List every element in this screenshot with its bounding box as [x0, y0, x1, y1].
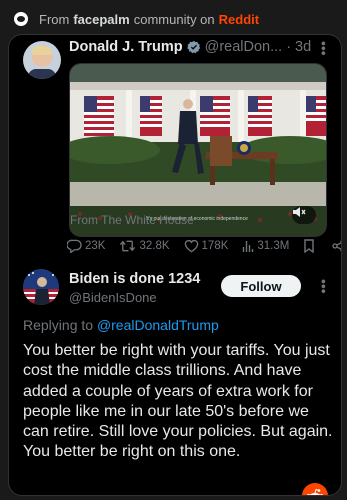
bookmark-icon	[304, 239, 315, 253]
source-prefix: From	[39, 11, 70, 27]
reply-text: You better be right with your tariffs. Y…	[23, 342, 333, 461]
reddit-logo-icon	[14, 12, 28, 26]
share-icon	[332, 240, 341, 252]
trump-avatar[interactable]	[23, 41, 61, 79]
tweet-video[interactable]: It's our declaration of economic indepen…	[69, 63, 327, 237]
reply-count: 23K	[85, 240, 106, 252]
heart-icon	[184, 240, 198, 253]
more-options-icon[interactable]: •••	[316, 41, 332, 56]
reddit-source-bar: From facepalm community on Reddit	[0, 0, 347, 38]
reply-author-name[interactable]: Biden is done 1234	[69, 271, 200, 287]
replying-prefix: Replying to	[23, 317, 94, 333]
retweet-icon	[120, 240, 136, 252]
views-count: 31.3M	[257, 240, 290, 252]
views-icon	[243, 240, 254, 252]
video-frame	[70, 64, 326, 236]
author-name[interactable]: Donald J. Trump	[69, 39, 183, 55]
tweet-screenshot-card: Donald J. Trump @realDon... · 3d ••• It'…	[8, 34, 342, 496]
source-middle: community on	[133, 11, 215, 27]
reply-icon	[67, 239, 82, 253]
verified-badge-icon	[186, 40, 200, 54]
author-handle[interactable]: @realDon...	[205, 39, 283, 55]
more-options-icon[interactable]: •••	[316, 279, 332, 294]
follow-button[interactable]: Follow	[221, 275, 301, 297]
reddit-snoo-icon	[302, 483, 328, 495]
reply-author-handle[interactable]: @BidenIsDone	[69, 290, 157, 305]
reddit-link[interactable]: Reddit	[219, 12, 259, 27]
like-count: 178K	[201, 240, 229, 252]
share-action[interactable]	[332, 239, 341, 253]
mute-icon[interactable]	[292, 206, 316, 224]
bookmark-action[interactable]	[303, 239, 318, 253]
retweet-count: 32.8K	[139, 240, 170, 252]
reply-action[interactable]: 23K	[67, 239, 105, 253]
video-source: From The White House	[70, 213, 194, 227]
replying-to: Replying to @realDonaldTrump	[23, 317, 219, 333]
mention-link[interactable]: @realDonaldTrump	[97, 317, 219, 333]
reply-avatar[interactable]	[23, 269, 59, 305]
separator-dot: ·	[286, 39, 292, 55]
tweet-header: Donald J. Trump @realDon... · 3d	[69, 39, 311, 55]
like-action[interactable]: 178K	[184, 239, 229, 253]
retweet-action[interactable]: 32.8K	[119, 239, 170, 253]
views-action[interactable]: 31.3M	[242, 240, 289, 253]
community-link[interactable]: facepalm	[73, 12, 129, 27]
flag	[84, 96, 114, 136]
tweet-actions: 23K 32.8K 178K 31.3M	[67, 237, 341, 255]
tweet-time[interactable]: 3d	[295, 39, 311, 55]
